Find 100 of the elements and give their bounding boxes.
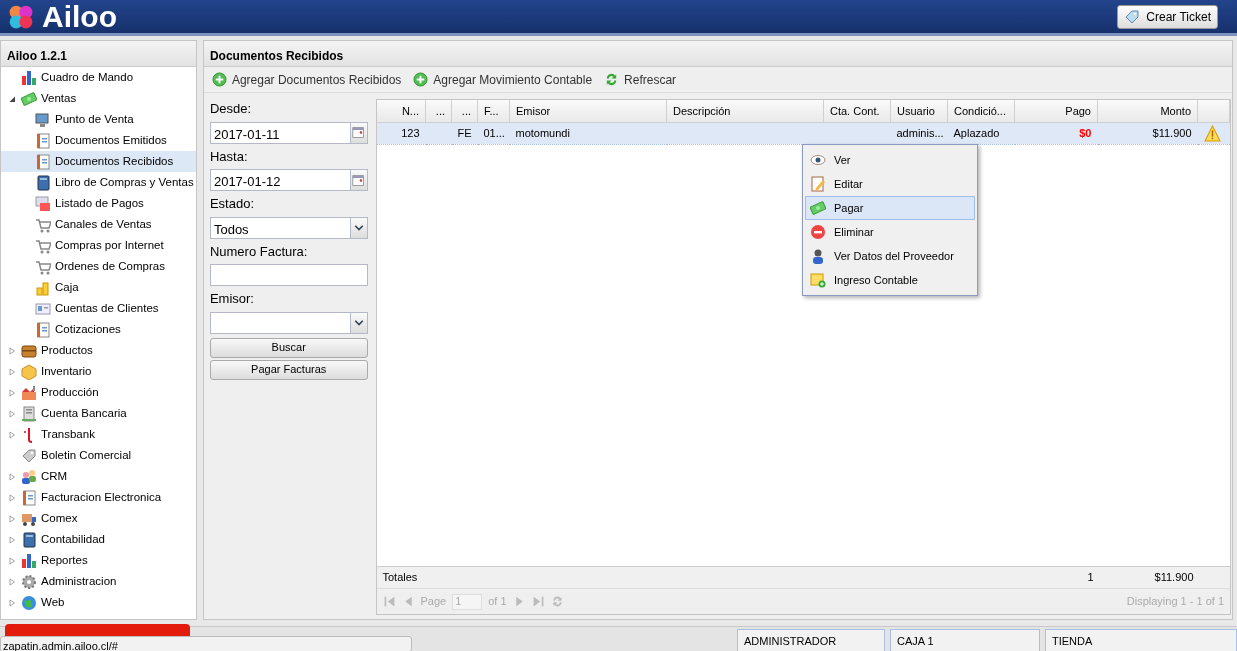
tree-item[interactable]: Inventario xyxy=(1,361,196,382)
tree-item[interactable]: Facturacion Electronica xyxy=(1,487,196,508)
collapsed-icon xyxy=(8,472,16,481)
input-field[interactable] xyxy=(209,264,368,286)
collapsed-icon xyxy=(8,598,16,607)
date-field[interactable]: 2017-01-11 xyxy=(209,121,368,144)
tree-item[interactable]: Transbank xyxy=(1,424,196,445)
menu-item[interactable]: Ver Datos del Proveedor xyxy=(805,244,975,268)
document-icon xyxy=(35,153,51,170)
table-row[interactable]: 123 FE 01... motomundi adminis... Aplazado $0 $11.900 xyxy=(376,122,1230,144)
field-label: Estado: xyxy=(209,195,255,213)
totals-cell: $11.900 xyxy=(1154,571,1194,584)
box-icon xyxy=(21,363,37,380)
tree-item[interactable]: Cuentas de Clientes xyxy=(1,298,196,319)
toolbar-button[interactable]: Agregar Documentos Recibidos xyxy=(209,70,404,89)
card-icon xyxy=(35,195,51,212)
column-header[interactable]: F... xyxy=(477,100,510,122)
document-icon xyxy=(35,321,51,338)
tree-item[interactable]: Producción xyxy=(1,382,196,403)
tree-item[interactable]: Cuenta Bancaria xyxy=(1,403,196,424)
first-page-icon xyxy=(382,595,396,608)
tree-item[interactable]: Reportes xyxy=(1,550,196,571)
money-icon xyxy=(810,200,826,216)
tag-icon xyxy=(21,447,37,464)
menu-item[interactable]: Editar xyxy=(805,172,975,196)
page-label: Page xyxy=(420,594,447,610)
tree-item[interactable]: Contabilidad xyxy=(1,529,196,550)
status-field: CAJA 1 xyxy=(890,629,1040,651)
monitor-icon xyxy=(35,111,51,128)
page-count: of 1 xyxy=(488,594,507,610)
field-label: Emisor: xyxy=(209,290,255,308)
tree-item[interactable]: Ventas xyxy=(1,88,196,109)
tree-item[interactable]: Libro de Compras y Ventas xyxy=(1,172,196,193)
crear-ticket-button[interactable]: Crear Ticket xyxy=(1117,4,1218,29)
tree-item[interactable]: Comex xyxy=(1,508,196,529)
collapsed-icon xyxy=(8,577,16,586)
collapsed-icon xyxy=(8,493,16,502)
column-header[interactable]: Descripción xyxy=(666,100,824,122)
column-header[interactable]: Pago xyxy=(1014,100,1098,122)
tag-icon xyxy=(1124,8,1141,25)
column-header[interactable]: N... xyxy=(376,100,426,122)
menu-item[interactable]: Eliminar xyxy=(805,220,975,244)
calendar-icon xyxy=(352,126,365,139)
tree-item[interactable]: Cotizaciones xyxy=(1,319,196,340)
menu-item[interactable]: Ingreso Contable xyxy=(805,268,975,292)
eye-icon xyxy=(810,152,826,168)
tree-item[interactable]: Documentos Recibidos xyxy=(1,151,196,172)
status-field: ADMINISTRADOR xyxy=(737,629,885,651)
tree-item[interactable]: Caja xyxy=(1,277,196,298)
coins-icon xyxy=(35,279,51,296)
tree-item[interactable]: CRM xyxy=(1,466,196,487)
column-header[interactable]: Emisor xyxy=(509,100,667,122)
field-label: Desde: xyxy=(209,100,253,118)
collapsed-icon xyxy=(8,346,16,355)
menu-item[interactable]: Pagar xyxy=(805,196,975,220)
field-label: Hasta: xyxy=(209,147,249,166)
tree-item[interactable]: Punto de Venta xyxy=(1,109,196,130)
totals-cell: 1 xyxy=(1087,571,1094,584)
column-header[interactable]: Condició... xyxy=(947,100,1015,122)
search-button[interactable]: Buscar xyxy=(209,337,368,358)
tree-item[interactable]: Ordenes de Compras xyxy=(1,256,196,277)
cart-icon xyxy=(35,237,51,254)
date-field[interactable]: 2017-01-12 xyxy=(209,169,368,191)
tree-item[interactable]: Administracion xyxy=(1,571,196,592)
chest-icon xyxy=(21,342,37,359)
toolbar-button[interactable]: Agregar Movimiento Contable xyxy=(411,70,595,89)
collapsed-icon xyxy=(8,556,16,565)
sidebar-title: Ailoo 1.2.1 xyxy=(1,41,196,67)
column-header[interactable]: Cta. Cont. xyxy=(823,100,891,122)
toolbar-button[interactable]: Refrescar xyxy=(602,70,679,89)
tree-item[interactable]: Boletin Comercial xyxy=(1,445,196,466)
column-header[interactable]: ... xyxy=(451,100,478,122)
column-header[interactable]: ... xyxy=(425,100,452,122)
globe-icon xyxy=(21,594,37,611)
id-card-icon xyxy=(35,300,51,317)
status-field: TIENDA xyxy=(1045,629,1237,651)
add-icon xyxy=(413,72,429,87)
document-icon xyxy=(35,132,51,149)
menu-item[interactable]: Ver xyxy=(805,148,975,172)
tree-item[interactable]: Productos xyxy=(1,340,196,361)
tree-item[interactable]: Documentos Emitidos xyxy=(1,130,196,151)
tree-item[interactable]: Cuadro de Mando xyxy=(1,67,196,88)
tree-item[interactable]: Web xyxy=(1,592,196,613)
last-page-icon xyxy=(531,595,545,608)
column-header[interactable]: Monto xyxy=(1097,100,1198,122)
tree-item[interactable]: Canales de Ventas xyxy=(1,214,196,235)
pay-invoices-button[interactable]: Pagar Facturas xyxy=(209,359,368,380)
field-label: Numero Factura: xyxy=(209,242,309,261)
expanded-icon xyxy=(8,94,16,103)
column-header[interactable]: Usuario xyxy=(890,100,948,122)
calendar-icon xyxy=(352,173,365,187)
dropdown-field[interactable] xyxy=(209,311,368,334)
dropdown-field[interactable]: Todos xyxy=(209,216,368,239)
cart-icon xyxy=(35,258,51,275)
tree-item[interactable]: Compras por Internet xyxy=(1,235,196,256)
collapsed-icon xyxy=(8,535,16,544)
refresh-icon xyxy=(550,595,564,608)
tree-item[interactable]: Listado de Pagos xyxy=(1,193,196,214)
table-cell: motomundi xyxy=(515,126,570,139)
money-icon xyxy=(21,90,37,107)
